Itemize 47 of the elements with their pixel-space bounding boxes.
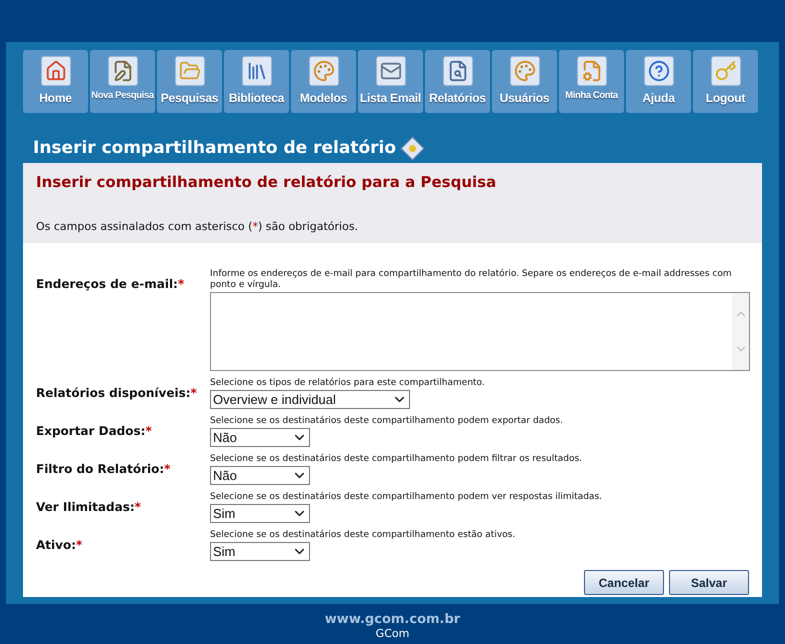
nav-button[interactable]: Modelos [291,50,356,113]
palette-icon [510,56,540,86]
nav-button[interactable]: Logout [693,50,758,113]
field-hint: Informe os endereços de e-mail para compartilhamento do relatório. Separe os endereços de e-mail addresses com ponto e vírgula. [210,269,733,291]
dropdown[interactable]: Sim [210,504,310,523]
nav-button[interactable]: Minha Conta [559,50,624,113]
field-label: Filtro do Relatório:* [36,462,170,476]
footer-brand: GCom [376,627,410,640]
document-pencil-icon [108,56,138,86]
dropdown[interactable]: Overview e individual [210,390,410,409]
nav-button[interactable]: Biblioteca [224,50,289,113]
scrollbar[interactable] [732,293,749,370]
nav-button[interactable]: Pesquisas [157,50,222,113]
nav-button[interactable]: Ajuda [626,50,691,113]
document-gear-icon [576,56,606,86]
required-note: Os campos assinalados com asterisco (*) são obrigatórios. [36,218,360,234]
field-hint: Selecione se os destinatários deste compartilhamento estão ativos. [210,530,516,541]
field-label: Relatórios disponíveis:* [36,386,197,400]
dropdown[interactable]: Não [210,466,310,485]
field-hint: Selecione se os destinatários deste compartilhamento podem ver respostas ilimitadas. [210,492,603,503]
field-label: Ativo:* [36,538,82,552]
envelope-icon [376,56,406,86]
nav-button[interactable]: Home [23,50,88,113]
dropdown[interactable]: Sim [210,542,310,561]
field-hint: Selecione se os destinatários deste compartilhamento podem exportar dados. [210,416,564,427]
email-textarea[interactable] [210,292,750,371]
field-label: Ver Ilimitadas:* [36,500,141,514]
form-button[interactable]: Cancelar [584,570,664,595]
house-icon [40,56,70,86]
nav-button[interactable]: Lista Email [358,50,423,113]
form-button[interactable]: Salvar [669,570,749,595]
palette-icon [308,56,338,86]
field-label: Exportar Dados:* [36,424,152,438]
folder-icon [174,56,204,86]
books-icon [242,56,272,86]
form-title: Inserir compartilhamento de relatório para a Pesquisa [36,172,498,193]
field-hint: Selecione se os destinatários deste compartilhamento podem filtrar os resultados. [210,454,584,465]
footer-link[interactable]: www.gcom.com.br [324,612,460,627]
field-hint: Selecione os tipos de relatórios para este compartilhamento. [210,378,486,389]
key-icon [710,56,740,86]
page-title: Inserir compartilhamento de relatório [33,136,396,160]
nav-button[interactable]: Relatórios [425,50,490,113]
dropdown[interactable]: Não [210,428,310,447]
document-magnifier-icon [442,56,472,86]
nav-button[interactable]: Usuários [492,50,557,113]
field-label: Endereços de e-mail:* [36,277,184,291]
nav-button[interactable]: Nova Pesquisa [90,50,155,113]
